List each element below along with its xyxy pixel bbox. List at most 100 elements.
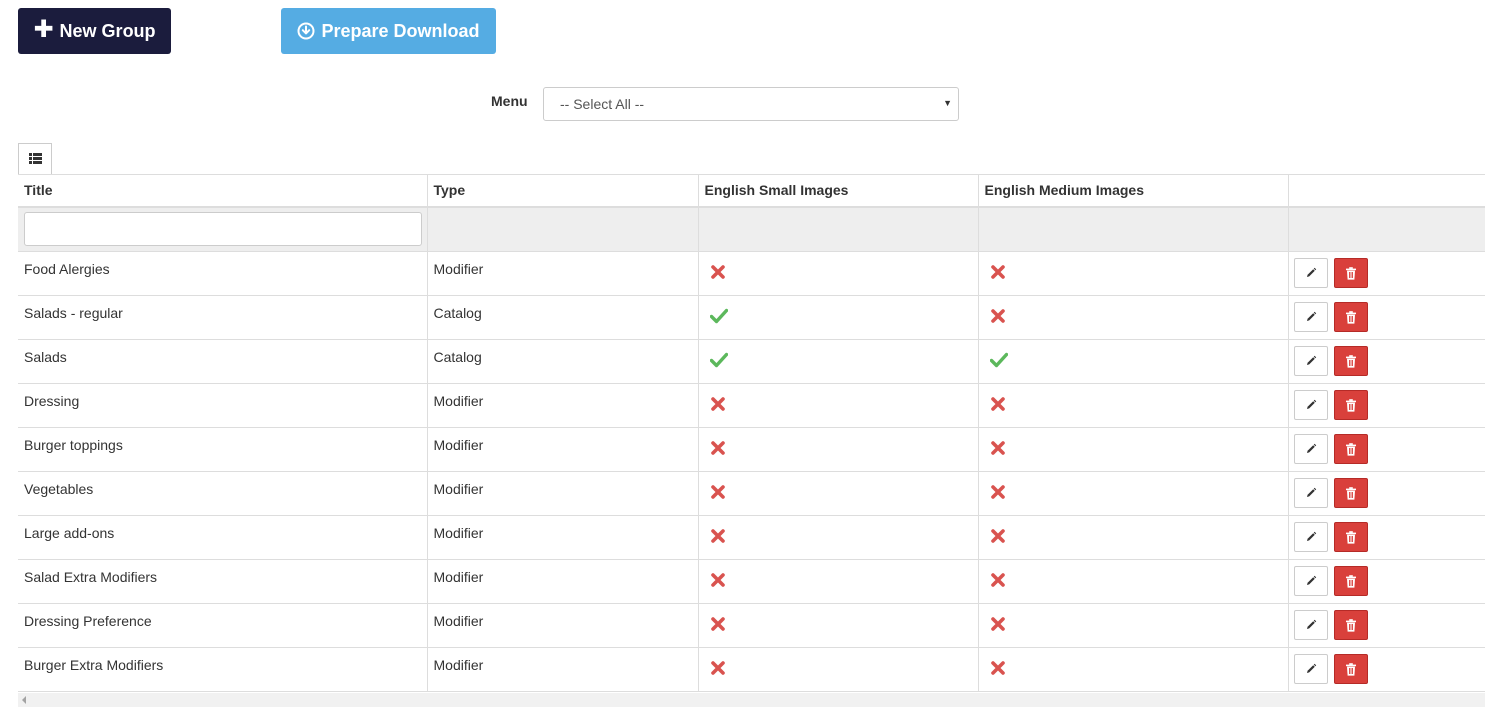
horizontal-scrollbar[interactable] [18, 693, 1485, 707]
row-type: Modifier [427, 515, 699, 560]
row-medium-images-status [978, 427, 1289, 472]
row-type: Modifier [427, 603, 699, 648]
delete-button[interactable] [1333, 302, 1368, 332]
edit-button[interactable] [1293, 302, 1328, 332]
column-header-small-images[interactable]: English Small Images [698, 174, 979, 208]
delete-button[interactable] [1333, 346, 1368, 376]
edit-button[interactable] [1293, 258, 1328, 288]
row-actions [1288, 559, 1485, 604]
cross-icon [990, 397, 1006, 415]
cross-icon [710, 397, 726, 415]
cross-icon [990, 485, 1006, 503]
pencil-icon [1306, 663, 1316, 673]
row-small-images-status [698, 471, 979, 516]
row-actions [1288, 471, 1485, 516]
edit-button[interactable] [1293, 610, 1328, 640]
check-icon [709, 352, 728, 371]
row-actions [1288, 295, 1485, 340]
column-header-type[interactable]: Type [427, 174, 699, 208]
plus-icon: ✚ [33, 16, 54, 43]
trash-icon [1345, 530, 1356, 544]
pencil-icon [1306, 575, 1316, 585]
row-medium-images-status [978, 603, 1289, 648]
row-title: Burger Extra Modifiers [18, 647, 428, 692]
edit-button[interactable] [1293, 346, 1328, 376]
row-medium-images-status [978, 251, 1289, 296]
table-row: Salads - regular Catalog [18, 295, 1485, 340]
row-actions [1288, 339, 1485, 384]
row-actions [1288, 515, 1485, 560]
row-small-images-status [698, 647, 979, 692]
column-header-title[interactable]: Title [18, 174, 428, 208]
cross-icon [710, 661, 726, 679]
prepare-download-button[interactable]: Prepare Download [281, 8, 496, 54]
delete-button[interactable] [1333, 258, 1368, 288]
row-type: Catalog [427, 339, 699, 384]
table-row: Burger Extra Modifiers Modifier [18, 647, 1485, 692]
delete-button[interactable] [1333, 610, 1368, 640]
edit-button[interactable] [1293, 566, 1328, 596]
row-title: Salad Extra Modifiers [18, 559, 428, 604]
row-actions [1288, 251, 1485, 296]
edit-button[interactable] [1293, 478, 1328, 508]
row-small-images-status [698, 295, 979, 340]
row-type: Modifier [427, 647, 699, 692]
row-actions [1288, 427, 1485, 472]
edit-button[interactable] [1293, 390, 1328, 420]
caret-down-icon: ▼ [943, 98, 952, 108]
cross-icon [990, 441, 1006, 459]
row-actions [1288, 647, 1485, 692]
column-header-medium-images[interactable]: English Medium Images [978, 174, 1289, 208]
row-title: Dressing [18, 383, 428, 428]
delete-button[interactable] [1333, 654, 1368, 684]
scroll-left-arrow-icon[interactable] [22, 696, 26, 704]
table-row: Salads Catalog [18, 339, 1485, 384]
row-medium-images-status [978, 471, 1289, 516]
row-type: Modifier [427, 559, 699, 604]
row-title: Salads [18, 339, 428, 384]
edit-button[interactable] [1293, 654, 1328, 684]
cross-icon [990, 529, 1006, 547]
row-small-images-status [698, 559, 979, 604]
row-title: Burger toppings [18, 427, 428, 472]
menu-select[interactable]: -- Select All -- ▼ [543, 87, 959, 121]
table-row: Salad Extra Modifiers Modifier [18, 559, 1485, 604]
check-icon [989, 352, 1008, 371]
cross-icon [710, 529, 726, 547]
row-medium-images-status [978, 647, 1289, 692]
actions-filter-cell [1288, 206, 1485, 252]
title-filter-cell [18, 206, 428, 252]
cross-icon [990, 661, 1006, 679]
row-title: Dressing Preference [18, 603, 428, 648]
trash-icon [1345, 398, 1356, 412]
pencil-icon [1306, 443, 1316, 453]
edit-button[interactable] [1293, 522, 1328, 552]
trash-icon [1345, 442, 1356, 456]
table-row: Food Alergies Modifier [18, 251, 1485, 296]
row-type: Modifier [427, 251, 699, 296]
title-filter-input[interactable] [24, 212, 422, 247]
medium-images-filter-cell [978, 206, 1289, 252]
row-title: Salads - regular [18, 295, 428, 340]
delete-button[interactable] [1333, 522, 1368, 552]
delete-button[interactable] [1333, 566, 1368, 596]
column-toggle-button[interactable] [18, 143, 52, 175]
table-body: Food Alergies Modifier Salads - regular … [18, 251, 1485, 692]
pencil-icon [1306, 267, 1316, 277]
delete-button[interactable] [1333, 434, 1368, 464]
menu-label: Menu [491, 93, 528, 109]
row-small-images-status [698, 603, 979, 648]
delete-button[interactable] [1333, 390, 1368, 420]
list-icon [28, 151, 42, 169]
row-title: Food Alergies [18, 251, 428, 296]
row-title: Vegetables [18, 471, 428, 516]
download-circle-icon [297, 22, 315, 40]
new-group-button[interactable]: ✚ New Group [18, 8, 171, 54]
row-actions [1288, 603, 1485, 648]
cross-icon [710, 441, 726, 459]
table-row: Dressing Modifier [18, 383, 1485, 428]
check-icon [709, 308, 728, 327]
menu-selected-value: -- Select All -- [560, 96, 645, 112]
edit-button[interactable] [1293, 434, 1328, 464]
delete-button[interactable] [1333, 478, 1368, 508]
